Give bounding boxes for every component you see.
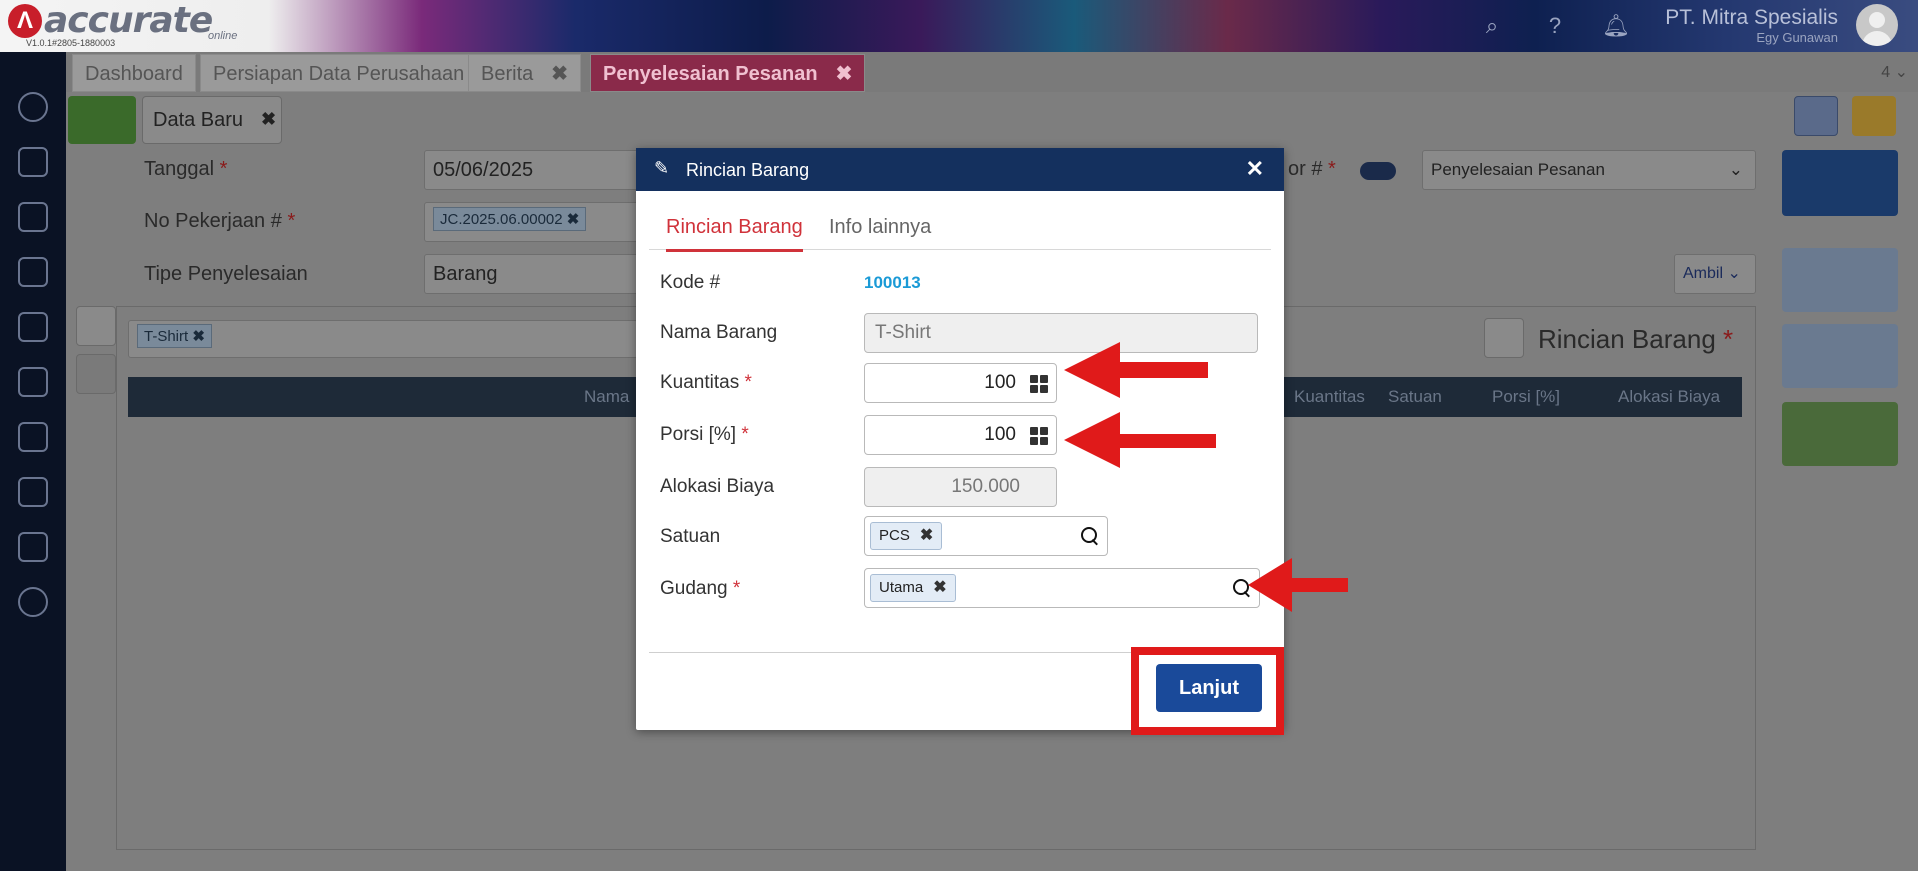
calculator-icon[interactable]: [1030, 375, 1048, 393]
tab-dashboard[interactable]: Dashboard: [72, 54, 196, 92]
tab-penyelesaian-pesanan[interactable]: Penyelesaian Pesanan ✖: [590, 54, 866, 92]
attachment-icon[interactable]: [1782, 324, 1898, 388]
gudang-field[interactable]: Utama ✖: [864, 568, 1260, 608]
tab-count-value: 4: [1881, 64, 1891, 81]
company-info[interactable]: PT. Mitra Spesialis Egy Gunawan: [1665, 6, 1838, 45]
subtab-data-baru[interactable]: Data Baru ✖: [142, 96, 282, 144]
lightbulb-icon[interactable]: [1852, 96, 1896, 136]
remove-icon[interactable]: ✖: [933, 579, 946, 596]
modal-tabs: Rincian Barang Info lainnya: [649, 208, 1271, 252]
company-icon[interactable]: [18, 147, 48, 177]
logo-sub: online: [208, 30, 238, 42]
kuantitas-label: Kuantitas *: [660, 372, 752, 393]
modal-title: Rincian Barang: [686, 160, 810, 180]
annotation-arrow-porsi: [1064, 412, 1216, 468]
tab-count[interactable]: 4 ⌄: [1881, 62, 1908, 82]
alokasi-biaya-label: Alokasi Biaya: [660, 476, 775, 497]
bell-icon[interactable]: 🔔︎: [1602, 12, 1630, 40]
satuan-field[interactable]: PCS ✖: [864, 516, 1108, 556]
tab-label: Penyelesaian Pesanan: [603, 63, 818, 85]
porsi-input[interactable]: 100: [864, 415, 1057, 455]
user-name: Egy Gunawan: [1756, 30, 1838, 45]
close-icon[interactable]: ✖: [836, 63, 853, 85]
tab-label: Dashboard: [85, 63, 183, 85]
logo[interactable]: Λ accurate: [8, 0, 213, 41]
nama-barang-label: Nama Barang: [660, 322, 778, 343]
subtab-label: Data Baru: [153, 109, 244, 131]
sidebar: [0, 52, 66, 871]
help-icon[interactable]: ?: [1541, 12, 1569, 40]
save-button[interactable]: [1782, 150, 1898, 216]
more-icon[interactable]: [1782, 402, 1898, 466]
tipe-penyelesaian-select[interactable]: Barang: [424, 254, 654, 294]
tab-label: Persiapan Data Perusahaan: [213, 63, 465, 85]
porsi-label: Porsi [%] *: [660, 424, 749, 445]
annotation-arrow-gudang: [1248, 558, 1348, 612]
pencil-icon: ✎: [654, 158, 670, 178]
search-icon[interactable]: [1081, 527, 1099, 545]
nomor-label: or # *: [1288, 158, 1336, 180]
app-version: V1.0.1#2805-1880003: [26, 38, 116, 48]
top-bar: Λ accurate online V1.0.1#2805-1880003 ⌕ …: [0, 0, 1918, 52]
calculator-icon[interactable]: [1030, 427, 1048, 445]
kuantitas-input[interactable]: 100: [864, 363, 1057, 403]
tab-label: Berita: [481, 63, 534, 85]
tab-rincian-barang[interactable]: Rincian Barang: [666, 216, 803, 252]
factory-icon[interactable]: [18, 477, 48, 507]
logo-text: accurate: [44, 0, 213, 41]
avatar[interactable]: [1856, 4, 1898, 46]
no-pekerjaan-chip: JC.2025.06.00002 ✖: [433, 207, 587, 231]
auto-number-toggle[interactable]: [1360, 162, 1396, 180]
annotation-arrow-kuantitas: [1064, 342, 1208, 398]
close-icon[interactable]: ✖: [551, 63, 568, 85]
satuan-chip: PCS ✖: [870, 522, 943, 550]
accurate-logo-icon: Λ: [8, 4, 42, 38]
sales-bag-icon[interactable]: [18, 312, 48, 342]
info-icon[interactable]: [76, 354, 116, 394]
satuan-label: Satuan: [660, 526, 721, 547]
no-pekerjaan-field[interactable]: JC.2025.06.00002 ✖: [424, 202, 654, 242]
type-select[interactable]: Penyelesaian Pesanan ⌄: [1422, 150, 1756, 190]
close-icon[interactable]: ✕: [1246, 156, 1264, 182]
kode-label: Kode #: [660, 272, 721, 293]
no-pekerjaan-label: No Pekerjaan # *: [144, 210, 296, 232]
bank-icon[interactable]: [18, 257, 48, 287]
inventory-icon[interactable]: [18, 422, 48, 452]
modal-header: ✎ Rincian Barang ✕: [636, 148, 1284, 191]
kuantitas-value: 100: [984, 372, 1016, 393]
settings-icon[interactable]: [18, 92, 48, 122]
tanggal-input[interactable]: 05/06/2025: [424, 150, 654, 190]
tax-icon[interactable]: [18, 532, 48, 562]
tab-bar: Dashboard Persiapan Data Perusahaan Beri…: [66, 52, 1918, 92]
kode-link[interactable]: 100013: [864, 273, 921, 293]
tanggal-label: Tanggal *: [144, 158, 228, 180]
gudang-chip: Utama ✖: [870, 574, 956, 602]
porsi-value: 100: [984, 424, 1016, 445]
alokasi-biaya-input[interactable]: 150.000: [864, 467, 1057, 507]
tab-berita[interactable]: Berita ✖: [468, 54, 582, 92]
company-name: PT. Mitra Spesialis: [1665, 6, 1838, 29]
ledger-icon[interactable]: [18, 202, 48, 232]
gear-icon[interactable]: [1794, 96, 1838, 136]
document-icon[interactable]: [1782, 248, 1898, 312]
tipe-penyelesaian-label: Tipe Penyelesaian: [144, 263, 308, 285]
ambil-button[interactable]: Ambil ⌄: [1674, 254, 1756, 294]
tab-info-lainnya[interactable]: Info lainnya: [829, 216, 931, 239]
tab-persiapan[interactable]: Persiapan Data Perusahaan: [200, 54, 478, 92]
document-icon[interactable]: [76, 306, 116, 346]
search-icon[interactable]: ⌕: [1478, 12, 1506, 40]
list-icon[interactable]: [68, 96, 136, 144]
close-icon[interactable]: ✖: [261, 109, 276, 130]
remove-icon[interactable]: ✖: [920, 527, 933, 544]
highlight-box: [1131, 647, 1284, 735]
gudang-label: Gudang *: [660, 578, 741, 599]
report-icon[interactable]: [18, 587, 48, 617]
cart-icon[interactable]: [18, 367, 48, 397]
